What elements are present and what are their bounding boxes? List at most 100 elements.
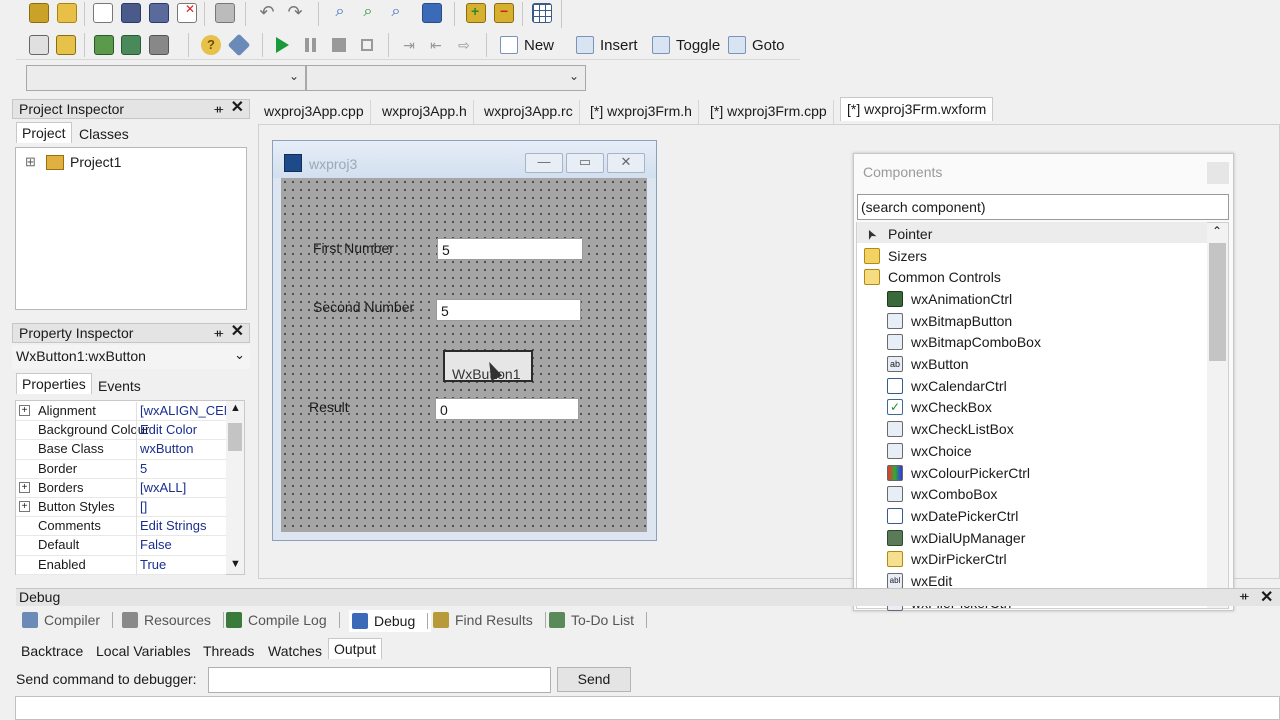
- property-value[interactable]: 5: [140, 461, 226, 476]
- redo-icon[interactable]: ↷: [285, 3, 305, 23]
- property-row[interactable]: + Borders [wxALL]: [16, 478, 226, 498]
- property-row[interactable]: Comments Edit Strings: [16, 517, 226, 537]
- debug-tab-find-results[interactable]: Find Results: [433, 612, 546, 628]
- property-row[interactable]: + Alignment [wxALIGN_CEN: [16, 402, 226, 422]
- minimize-button[interactable]: —: [525, 153, 563, 173]
- close-file-icon[interactable]: ✕: [177, 2, 197, 23]
- maximize-button[interactable]: ▭: [566, 153, 604, 173]
- find-replace-icon[interactable]: ⌕: [358, 3, 378, 23]
- component-item[interactable]: ✓ wxCheckBox: [858, 397, 1208, 419]
- form-window[interactable]: wxproj3 — ▭ ✕: [272, 140, 657, 541]
- property-value[interactable]: True: [140, 557, 226, 572]
- component-item[interactable]: wxDialUpManager: [858, 527, 1208, 549]
- tab-project[interactable]: Project: [16, 122, 72, 143]
- debug-tab-compiler[interactable]: Compiler: [22, 612, 114, 628]
- debug-tab-resources[interactable]: Resources: [122, 612, 224, 628]
- debug-subtab-threads[interactable]: Threads: [198, 641, 259, 661]
- property-value[interactable]: wxButton: [140, 441, 226, 456]
- property-row[interactable]: + Button Styles []: [16, 498, 226, 518]
- step-icon[interactable]: [357, 35, 377, 55]
- tree-item-project1[interactable]: Project1: [70, 154, 121, 170]
- debug-tab-debug[interactable]: Debug: [349, 610, 432, 632]
- clean-icon[interactable]: [149, 35, 169, 55]
- property-value[interactable]: [wxALL]: [140, 480, 226, 495]
- form-titlebar[interactable]: wxproj3 — ▭ ✕: [273, 141, 656, 178]
- component-item[interactable]: wxAnimationCtrl: [858, 288, 1208, 310]
- pin-icon[interactable]: ᚑ: [1240, 589, 1249, 603]
- tab-classes[interactable]: Classes: [74, 124, 134, 144]
- editor-tab[interactable]: wxproj3App.cpp: [258, 100, 371, 124]
- debugger-command-input[interactable]: [208, 667, 551, 693]
- new-button[interactable]: New: [500, 32, 554, 58]
- debug-tab-compile-log[interactable]: Compile Log: [226, 612, 340, 628]
- second-number-field[interactable]: 5: [436, 299, 581, 321]
- panel-menu-button[interactable]: [1207, 162, 1229, 184]
- chevron-up-icon[interactable]: ▲: [230, 402, 241, 414]
- property-value[interactable]: Edit Color: [140, 422, 226, 437]
- component-item[interactable]: wxChoice: [858, 440, 1208, 462]
- run-file-icon[interactable]: [56, 35, 76, 55]
- pin-icon[interactable]: ᚑ: [214, 100, 223, 118]
- component-item[interactable]: wxBitmapButton: [858, 310, 1208, 332]
- property-value[interactable]: False: [140, 537, 226, 552]
- result-field[interactable]: 0: [435, 398, 579, 420]
- open-folder-icon[interactable]: [57, 3, 77, 23]
- property-row[interactable]: Border 5: [16, 459, 226, 479]
- debug-subtab-local-variables[interactable]: Local Variables: [91, 641, 196, 661]
- save-icon[interactable]: [121, 3, 141, 23]
- property-value[interactable]: Edit Strings: [140, 518, 226, 533]
- object-select[interactable]: WxButton1:wxButton ⌄: [12, 345, 250, 369]
- first-number-field[interactable]: 5: [437, 238, 583, 260]
- new-project-icon[interactable]: [29, 3, 49, 23]
- debug-subtab-output[interactable]: Output: [328, 638, 383, 659]
- insert-button[interactable]: Insert: [576, 32, 638, 58]
- compile-icon[interactable]: [29, 35, 49, 55]
- debug-tab-to-do-list[interactable]: To-Do List: [549, 612, 648, 628]
- chevron-down-icon[interactable]: ▼: [230, 558, 241, 570]
- print-icon[interactable]: [215, 3, 235, 23]
- new-file-icon[interactable]: [93, 3, 113, 23]
- component-search-input[interactable]: (search component): [857, 194, 1229, 220]
- editor-tab[interactable]: wxproj3App.h: [376, 100, 474, 124]
- component-item[interactable]: wxColourPickerCtrl: [858, 462, 1208, 484]
- component-item[interactable]: wxCalendarCtrl: [858, 375, 1208, 397]
- send-button[interactable]: Send: [557, 667, 631, 692]
- expand-icon[interactable]: ⊞: [25, 154, 36, 170]
- editor-tab[interactable]: [*] wxproj3Frm.wxform: [840, 97, 994, 121]
- run-icon[interactable]: [273, 35, 293, 55]
- goto-line-icon[interactable]: [422, 3, 442, 23]
- editor-tab[interactable]: [*] wxproj3Frm.h: [584, 100, 699, 124]
- component-item[interactable]: ab wxButton: [858, 353, 1208, 375]
- component-item[interactable]: Sizers: [858, 245, 1208, 267]
- property-row[interactable]: Enabled True: [16, 555, 226, 575]
- property-row[interactable]: Base Class wxButton: [16, 440, 226, 460]
- chevron-up-icon[interactable]: ⌃: [1212, 224, 1222, 238]
- save-all-icon[interactable]: [149, 3, 169, 23]
- component-item[interactable]: wxDirPickerCtrl: [858, 549, 1208, 571]
- scroll-thumb[interactable]: [1209, 243, 1226, 361]
- indent-icon[interactable]: ⇥: [399, 35, 419, 55]
- close-button[interactable]: ✕: [607, 153, 645, 173]
- property-row[interactable]: Default False: [16, 536, 226, 556]
- scroll-thumb[interactable]: [228, 423, 242, 451]
- toggle-button[interactable]: Toggle: [652, 32, 720, 58]
- class-browser-icon[interactable]: [532, 3, 552, 23]
- tab-properties[interactable]: Properties: [16, 373, 92, 394]
- member-combo[interactable]: ⌄: [306, 65, 586, 91]
- pause-icon[interactable]: [301, 35, 321, 55]
- help-icon[interactable]: ?: [201, 35, 221, 55]
- unindent-icon[interactable]: ⇤: [426, 35, 446, 55]
- stop-icon[interactable]: [329, 35, 349, 55]
- component-item[interactable]: ➤ Pointer: [858, 223, 1208, 245]
- bookmark-icon[interactable]: ⇨: [454, 35, 474, 55]
- find-icon[interactable]: ⌕: [330, 3, 350, 23]
- compile-run-icon[interactable]: [94, 35, 114, 55]
- rebuild-icon[interactable]: [121, 35, 141, 55]
- class-combo[interactable]: ⌄: [26, 65, 306, 91]
- close-icon[interactable]: ✕: [231, 323, 244, 341]
- component-item[interactable]: Common Controls: [858, 266, 1208, 288]
- property-value[interactable]: []: [140, 499, 226, 514]
- property-row[interactable]: Background Colour Edit Color: [16, 421, 226, 441]
- pin-icon[interactable]: ᚑ: [214, 324, 223, 342]
- component-item[interactable]: wxComboBox: [858, 483, 1208, 505]
